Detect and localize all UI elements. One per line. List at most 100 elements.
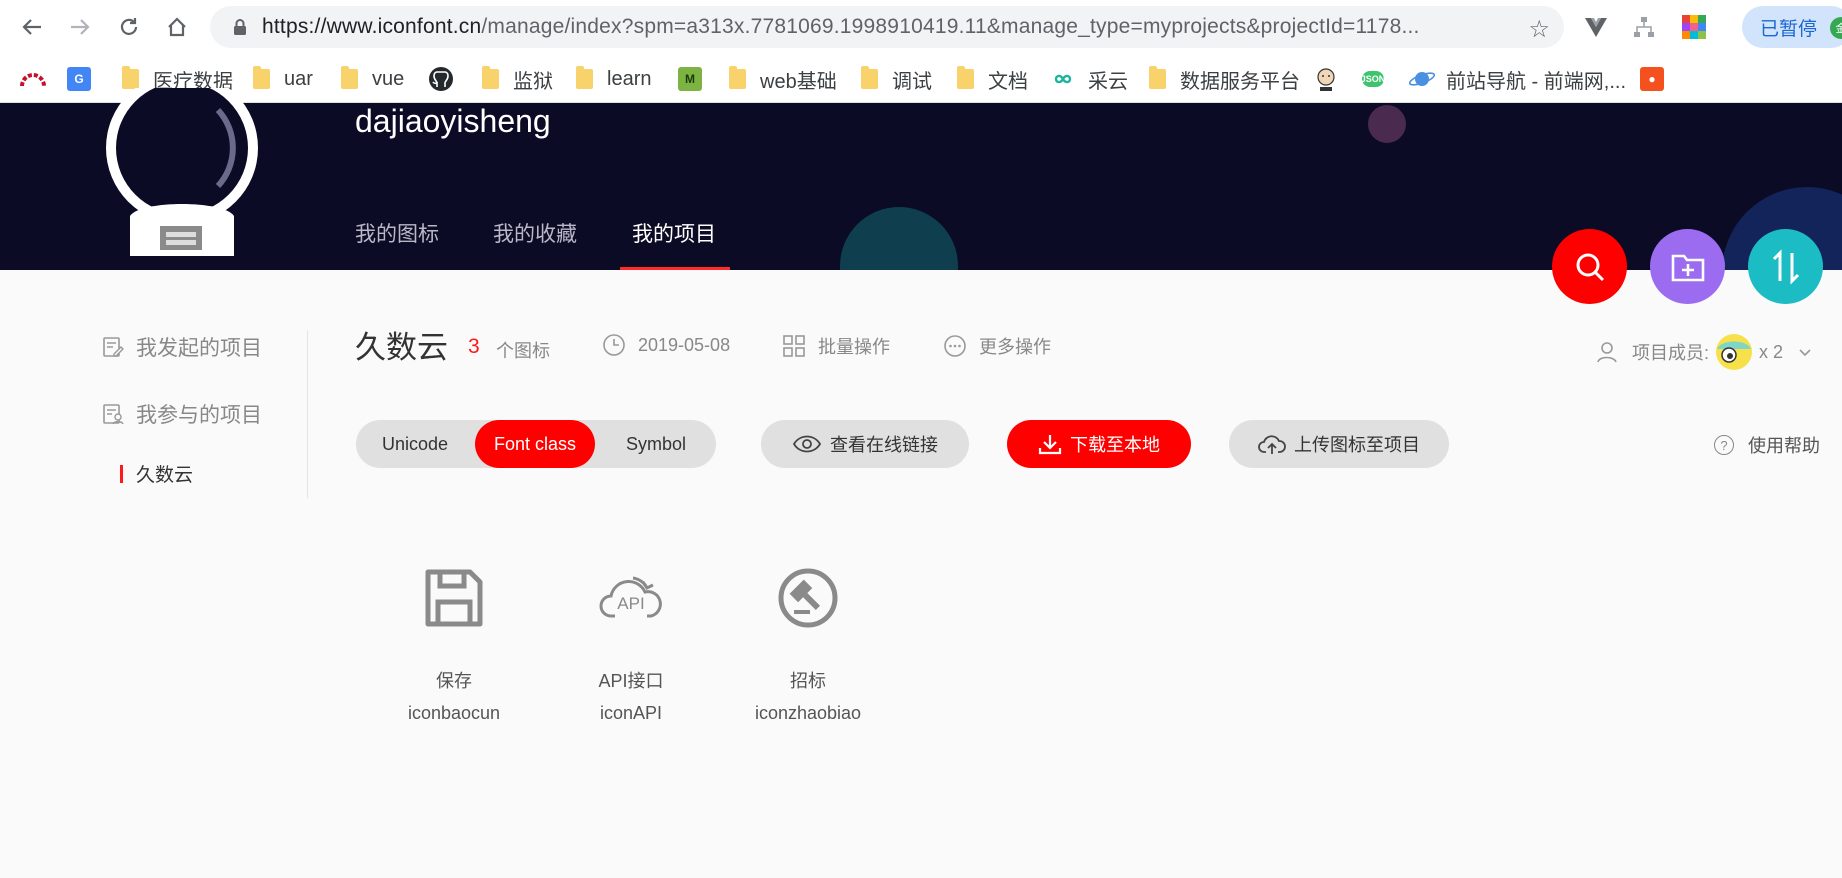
folder-icon <box>576 66 593 89</box>
more-label: 更多操作 <box>979 337 1051 357</box>
bookmark-m[interactable]: M <box>678 64 714 94</box>
icon-name: API接口 <box>598 671 664 691</box>
icon-name: 保存 <box>436 671 472 691</box>
help-label: 使用帮助 <box>1748 436 1820 456</box>
sort-fab-button[interactable] <box>1748 229 1823 304</box>
bookmark-jenkins[interactable] <box>1313 64 1339 94</box>
sidebar-item-joined-projects[interactable]: 我参与的项目 <box>102 399 262 429</box>
bookmarks-bar: G 医疗数据 uar vue 监狱 learn M web基础 调试 文档 采云… <box>0 55 1842 103</box>
bookmark-folder-data-service[interactable]: 数据服务平台 <box>1149 64 1300 94</box>
sidebar-project-jiushuyun[interactable]: 久数云 <box>120 460 193 487</box>
download-label: 下载至本地 <box>1070 435 1160 455</box>
bookmark-label: 调试 <box>892 70 932 93</box>
bookmark-google-translate[interactable]: G <box>67 64 103 94</box>
folder-icon <box>341 66 358 89</box>
icon-name: 招标 <box>790 671 826 691</box>
bookmark-folder-vue[interactable]: vue <box>341 64 404 94</box>
icon-card-bidding[interactable]: 招标 iconzhaobiao <box>738 566 878 724</box>
bookmark-redmine[interactable] <box>20 64 46 94</box>
grid-icon <box>783 335 805 357</box>
bookmark-label: 前站导航 - 前端网,... <box>1446 70 1626 93</box>
sidebar-item-label: 我参与的项目 <box>136 404 262 427</box>
bookmark-star-icon[interactable]: ☆ <box>1528 15 1550 44</box>
view-link-label: 查看在线链接 <box>830 435 938 455</box>
bookmark-folder-learn[interactable]: learn <box>576 64 651 94</box>
bookmark-label: 监狱 <box>513 70 553 93</box>
icon-card-save[interactable]: 保存 iconbaocun <box>384 566 524 724</box>
tab-my-icons[interactable]: 我的图标 <box>355 218 439 248</box>
address-bar[interactable]: https://www.iconfont.cn/manage/index?spm… <box>210 6 1564 48</box>
search-fab-button[interactable] <box>1552 229 1627 304</box>
segment-symbol[interactable]: Symbol <box>596 420 716 468</box>
jenkins-icon <box>1317 68 1335 91</box>
folder-icon <box>122 66 139 89</box>
batch-label: 批量操作 <box>818 337 890 357</box>
view-online-link-button[interactable]: 查看在线链接 <box>761 420 969 468</box>
new-folder-fab-button[interactable] <box>1650 229 1725 304</box>
save-icon <box>425 569 483 627</box>
bookmark-label: vue <box>372 67 405 90</box>
icon-card-api[interactable]: API API接口 iconAPI <box>561 566 701 724</box>
question-icon: ? <box>1714 435 1734 455</box>
bookmark-github[interactable] <box>428 64 454 94</box>
browser-toolbar: https://www.iconfont.cn/manage/index?spm… <box>0 0 1842 55</box>
bookmark-folder-docs[interactable]: 文档 <box>957 64 1028 94</box>
more-operations-button[interactable]: 更多操作 <box>943 333 1051 359</box>
project-members[interactable]: 项目成员: x 2 <box>1596 333 1813 371</box>
icon-count-label: 个图标 <box>496 341 550 361</box>
icon-count: 3 <box>468 335 480 358</box>
url-text: https://www.iconfont.cn/manage/index?spm… <box>262 15 1420 38</box>
bookmark-label: 文档 <box>988 70 1028 93</box>
segment-font-class[interactable]: Font class <box>475 420 595 468</box>
color-picker-extension-icon[interactable] <box>1680 13 1708 41</box>
bookmark-folder-prison[interactable]: 监狱 <box>482 64 553 94</box>
sitemap-extension-icon[interactable] <box>1630 13 1658 41</box>
profile-paused-button[interactable]: 已暂停 金 <box>1742 6 1842 48</box>
bookmark-frontend-nav[interactable]: 前站导航 - 前端网,... <box>1408 64 1626 94</box>
batch-operation-button[interactable]: 批量操作 <box>782 333 890 359</box>
m-icon: M <box>678 67 702 91</box>
bookmark-folder-web-basics[interactable]: web基础 <box>729 64 837 94</box>
google-translate-icon: G <box>67 67 91 91</box>
folder-icon <box>1149 66 1166 89</box>
chevron-down-icon <box>1799 349 1811 357</box>
folder-add-icon <box>1671 254 1704 281</box>
vue-devtools-icon[interactable] <box>1582 13 1610 41</box>
tab-my-favorites[interactable]: 我的收藏 <box>493 218 577 248</box>
folder-icon <box>957 66 974 89</box>
sidebar-project-label: 久数云 <box>136 465 194 486</box>
bookmark-json[interactable]: JSON <box>1361 64 1396 94</box>
bookmark-label: 采云 <box>1088 70 1128 93</box>
icon-class: iconAPI <box>599 703 663 723</box>
participant-document-icon <box>103 404 124 425</box>
bookmark-caiyun[interactable]: 采云 <box>1050 64 1128 94</box>
segment-unicode[interactable]: Unicode <box>356 420 474 468</box>
user-avatar[interactable] <box>100 72 260 273</box>
sidebar-item-initiated-projects[interactable]: 我发起的项目 <box>102 332 262 362</box>
infinity-icon <box>1054 74 1072 84</box>
download-icon <box>1038 435 1062 455</box>
more-icon <box>944 335 966 357</box>
home-icon[interactable] <box>160 12 194 42</box>
reload-icon[interactable] <box>112 12 146 42</box>
project-date: 2019-05-08 <box>602 333 730 357</box>
help-link[interactable]: ? 使用帮助 <box>1714 432 1820 458</box>
folder-icon <box>729 66 746 89</box>
decor-circle <box>840 207 958 270</box>
upload-to-project-button[interactable]: 上传图标至项目 <box>1229 420 1449 468</box>
project-title: 久数云 <box>355 330 448 365</box>
tab-my-projects[interactable]: 我的项目 <box>632 218 716 248</box>
icon-class: iconbaocun <box>407 703 501 723</box>
sort-arrows-icon <box>1772 248 1799 285</box>
back-icon[interactable] <box>15 12 49 42</box>
forward-icon[interactable] <box>63 12 97 42</box>
bookmark-folder-debug[interactable]: 调试 <box>861 64 932 94</box>
bookmark-red-app[interactable]: ● <box>1640 64 1676 94</box>
cloud-upload-icon <box>1258 435 1286 454</box>
active-indicator <box>120 464 123 483</box>
format-segmented-control: Unicode Font class Symbol <box>356 420 716 468</box>
bookmark-folder-uar[interactable]: uar <box>253 64 313 94</box>
clock-icon <box>603 334 625 356</box>
download-local-button[interactable]: 下载至本地 <box>1007 420 1191 468</box>
sidebar-divider <box>307 330 308 498</box>
